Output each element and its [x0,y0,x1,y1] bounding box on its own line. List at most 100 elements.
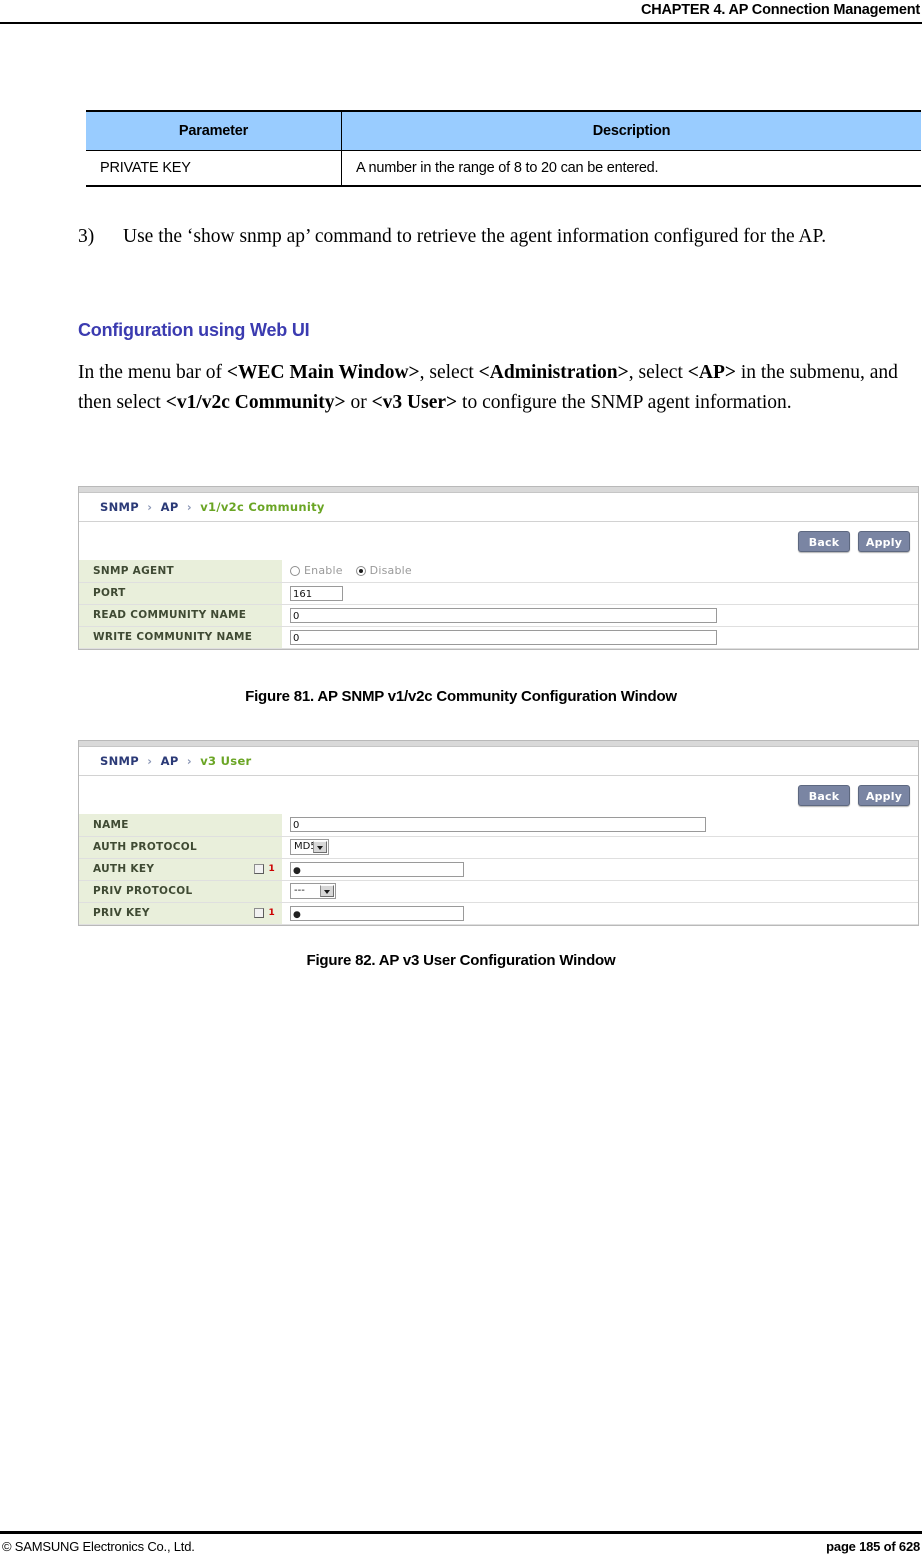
intro-fragment-1: <WEC Main Window> [226,362,420,383]
form-row-write-community-name: WRITE COMMUNITY NAME 0 [79,626,918,649]
numbered-step-3: 3) Use the ‘show snmp ap’ command to ret… [78,222,918,252]
intro-fragment-10: to configure the SNMP agent information. [457,392,792,413]
back-button[interactable]: Back [798,531,850,552]
apply-button[interactable]: Apply [858,785,910,806]
read-community-name-input[interactable]: 0 [290,607,717,623]
form-row-auth-key: AUTH KEY 1 ● [79,858,918,881]
apply-button[interactable]: Apply [858,531,910,552]
field-value-auth-protocol: MD5 [282,836,918,859]
step-number: 3) [78,226,95,247]
figure-caption-81: Figure 81. AP SNMP v1/v2c Community Conf… [245,688,677,705]
field-label-snmp-agent: SNMP AGENT [79,560,282,583]
name-input[interactable]: 0 [290,817,706,833]
form-row-port: PORT 161 [79,582,918,605]
radio-icon-enable[interactable] [290,565,300,576]
figure-caption-82: Figure 82. AP v3 User Configuration Wind… [306,952,616,969]
action-bar: Back Apply [79,522,918,560]
cell-parameter-name: PRIVATE KEY [86,150,342,187]
form-row-read-community-name: READ COMMUNITY NAME 0 [79,604,918,627]
form-row-priv-key: PRIV KEY 1 ● [79,902,918,925]
field-label-priv-protocol: PRIV PROTOCOL [79,880,282,903]
field-value-port: 161 [282,582,918,605]
auth-key-checkbox[interactable] [254,864,265,874]
auth-key-flag-group: 1 [254,864,275,874]
breadcrumb-separator-icon: › [147,754,153,768]
intro-fragment-0: In the menu bar of [78,362,227,383]
footer-divider [0,1531,922,1534]
field-label-write-community-name: WRITE COMMUNITY NAME [79,626,282,649]
breadcrumb-separator-icon: › [186,500,192,514]
auth-key-masked-value: ● [293,865,301,876]
chevron-down-icon[interactable] [313,841,327,853]
action-bar: Back Apply [79,776,918,814]
form-row-name: NAME 0 [79,814,918,837]
chevron-down-icon[interactable] [320,885,334,897]
page-running-header: CHAPTER 4. AP Connection Management [0,0,922,24]
priv-key-footnote-marker: 1 [268,907,275,918]
field-label-port: PORT [79,582,282,605]
auth-key-footnote-marker: 1 [268,863,275,874]
table-row: PRIVATE KEY A number in the range of 8 t… [86,150,921,187]
section-intro-paragraph: In the menu bar of <WEC Main Window>, se… [78,358,922,418]
priv-key-checkbox[interactable] [254,908,265,918]
breadcrumb-item-snmp[interactable]: SNMP [100,500,139,514]
breadcrumb-separator-icon: › [186,754,192,768]
radio-option-enable[interactable]: Enable [290,564,343,577]
intro-fragment-4: , select [628,362,688,383]
field-value-read-community-name: 0 [282,604,918,627]
field-value-auth-key: ● [282,858,918,881]
radio-label-enable: Enable [304,564,343,578]
snmp-agent-radio-group: Enable Disable [290,564,918,577]
intro-fragment-8: or [345,392,372,413]
intro-fragment-5: <AP> [687,362,736,383]
field-label-auth-protocol: AUTH PROTOCOL [79,836,282,859]
field-value-priv-protocol: --- [282,880,918,903]
breadcrumb-current-page: v1/v2c Community [200,500,325,514]
breadcrumb-item-ap[interactable]: AP [161,754,179,768]
priv-protocol-select[interactable]: --- [290,883,336,899]
breadcrumb: SNMP › AP › v3 User [79,747,918,776]
field-value-priv-key: ● [282,902,918,925]
v3-user-form: NAME 0 AUTH PROTOCOL MD5 AUTH KEY 1 ● PR… [79,814,918,925]
footer-page-number: page 185 of 628 [826,1539,920,1554]
screenshot-snmp-v1v2c-community-window: SNMP › AP › v1/v2c Community Back Apply … [78,486,919,650]
field-label-name-text: NAME [93,818,129,831]
radio-icon-disable-selected[interactable] [355,565,366,576]
field-label-auth-key-text: AUTH KEY [93,863,155,875]
port-input[interactable]: 161 [290,585,343,601]
radio-option-disable[interactable]: Disable [355,564,412,578]
field-label-priv-protocol-text: PRIV PROTOCOL [93,885,193,897]
footer-copyright: © SAMSUNG Electronics Co., Ltd. [2,1539,195,1554]
radio-label-disable: Disable [369,564,412,578]
back-button[interactable]: Back [798,785,850,806]
field-label-read-community-name: READ COMMUNITY NAME [79,604,282,627]
auth-key-input[interactable]: ● [290,861,464,877]
write-community-name-input[interactable]: 0 [290,629,717,645]
table-header-row: Parameter Description [86,110,921,151]
field-label-name: NAME [79,814,282,837]
field-label-priv-key-text: PRIV KEY [93,907,150,919]
form-row-auth-protocol: AUTH PROTOCOL MD5 [79,836,918,859]
intro-fragment-7: <v1/v2c Community> [165,392,346,413]
breadcrumb-item-ap[interactable]: AP [161,500,179,514]
priv-key-masked-value: ● [293,909,301,920]
breadcrumb: SNMP › AP › v1/v2c Community [79,493,918,522]
field-label-auth-key: AUTH KEY 1 [79,858,282,881]
section-heading-configuration-using-web-ui: Configuration using Web UI [78,320,310,340]
field-value-name: 0 [282,814,918,837]
intro-fragment-3: <Administration> [478,362,629,383]
breadcrumb-item-snmp[interactable]: SNMP [100,754,139,768]
step-text: Use the ‘show snmp ap’ command to retrie… [123,226,827,247]
field-value-snmp-agent: Enable Disable [282,560,918,583]
screenshot-v3-user-window: SNMP › AP › v3 User Back Apply NAME 0 AU… [78,740,919,926]
snmp-v1v2c-form: SNMP AGENT Enable Disable PORT 161 READ … [79,560,918,649]
auth-protocol-select[interactable]: MD5 [290,839,329,855]
priv-key-flag-group: 1 [254,908,275,918]
field-label-auth-protocol-text: AUTH PROTOCOL [93,841,197,853]
intro-fragment-2: , select [419,362,479,383]
breadcrumb-separator-icon: › [147,500,153,514]
column-header-parameter: Parameter [86,110,342,151]
cell-parameter-description: A number in the range of 8 to 20 can be … [341,150,921,187]
chapter-title: CHAPTER 4. AP Connection Management [640,2,920,18]
priv-key-input[interactable]: ● [290,905,464,921]
